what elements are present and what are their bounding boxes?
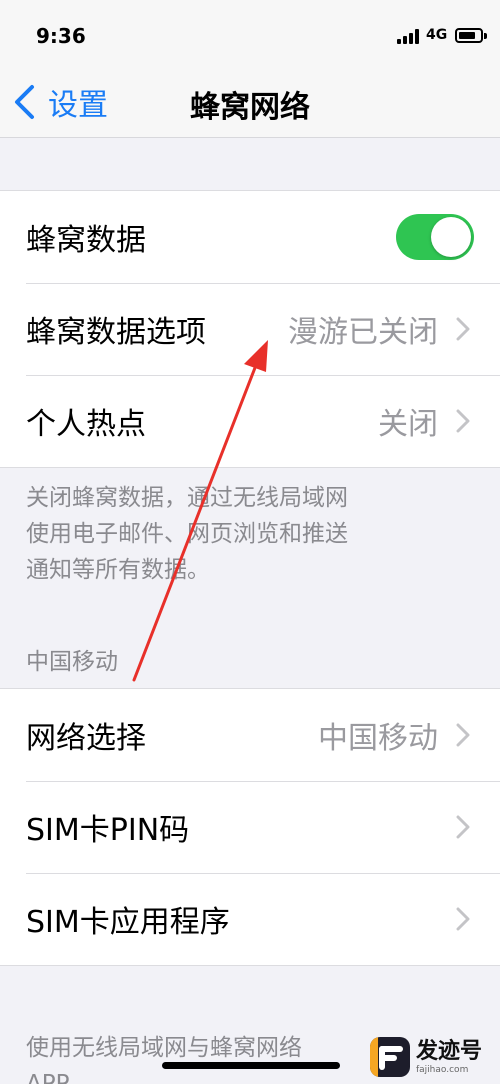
signal-icon bbox=[397, 28, 421, 44]
row-label: 网络选择 bbox=[26, 721, 146, 756]
carrier-section-header: 中国移动 bbox=[26, 649, 118, 675]
status-time: 9:36 bbox=[36, 24, 86, 48]
row-cellular-data: 蜂窝数据 bbox=[0, 191, 500, 283]
row-label: SIM卡PIN码 bbox=[26, 813, 190, 848]
row-label: 蜂窝数据选项 bbox=[26, 315, 206, 350]
row-label: 蜂窝数据 bbox=[26, 223, 146, 258]
navigation-bar: 设置 蜂窝网络 bbox=[0, 72, 500, 138]
home-indicator bbox=[162, 1062, 340, 1069]
page-title: 蜂窝网络 bbox=[190, 90, 310, 125]
chevron-right-icon bbox=[456, 815, 470, 839]
row-value: 中国移动 bbox=[318, 721, 438, 756]
network-type: 4G bbox=[426, 27, 448, 43]
row-value: 关闭 bbox=[378, 407, 438, 442]
status-bar: 9:36 4G bbox=[0, 0, 500, 72]
row-sim-applications[interactable]: SIM卡应用程序 bbox=[0, 873, 500, 965]
row-cellular-data-options[interactable]: 蜂窝数据选项 漫游已关闭 bbox=[0, 283, 500, 375]
footnote-line: 使用电子邮件、网页浏览和推送 bbox=[26, 521, 348, 547]
footnote-line: 通知等所有数据。 bbox=[26, 557, 210, 583]
footnote-line: 关闭蜂窝数据，通过无线局域网 bbox=[26, 485, 348, 511]
cellular-data-toggle[interactable] bbox=[396, 214, 474, 260]
row-label: SIM卡应用程序 bbox=[26, 905, 230, 940]
watermark: 发迹号 fajihao.com bbox=[370, 1030, 500, 1084]
battery-icon bbox=[455, 28, 487, 43]
row-personal-hotspot[interactable]: 个人热点 关闭 bbox=[0, 375, 500, 467]
row-network-selection[interactable]: 网络选择 中国移动 bbox=[0, 689, 500, 781]
chevron-right-icon bbox=[456, 907, 470, 931]
row-value: 漫游已关闭 bbox=[288, 315, 438, 350]
cellular-group: 蜂窝数据 蜂窝数据选项 漫游已关闭 个人热点 关闭 bbox=[0, 190, 500, 468]
watermark-name: 发迹号 bbox=[416, 1039, 483, 1064]
carrier-group: 网络选择 中国移动 SIM卡PIN码 SIM卡应用程序 bbox=[0, 688, 500, 966]
chevron-right-icon bbox=[456, 409, 470, 433]
cellular-footnote: 关闭蜂窝数据，通过无线局域网 使用电子邮件、网页浏览和推送 通知等所有数据。 bbox=[26, 480, 466, 588]
watermark-logo-icon bbox=[370, 1037, 410, 1077]
chevron-right-icon bbox=[456, 317, 470, 341]
row-sim-pin[interactable]: SIM卡PIN码 bbox=[0, 781, 500, 873]
chevron-right-icon bbox=[456, 723, 470, 747]
watermark-url: fajihao.com bbox=[416, 1065, 469, 1075]
row-label: 个人热点 bbox=[26, 407, 146, 442]
